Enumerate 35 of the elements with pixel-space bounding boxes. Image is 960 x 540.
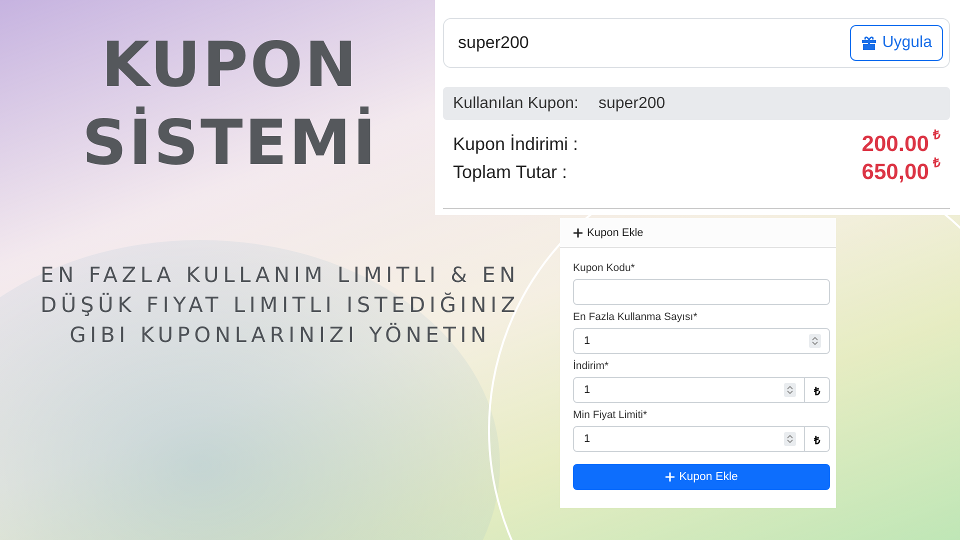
headline-title: KUPON: [101, 27, 359, 103]
plus-icon: [573, 228, 583, 238]
field-label: İndirim*: [573, 360, 610, 372]
plus-icon: [665, 472, 676, 482]
subtitle: EN FAZLA KULLANIM LIMITLI & EN DÜŞÜK FIYAT LIMITLI ISTEDIĞINIZ GIBI KUPONLARINIZI YÖNETIN: [40, 262, 520, 349]
field-value: 1: [584, 433, 590, 445]
spinner-arrows-icon[interactable]: [784, 432, 796, 446]
add-coupon-button[interactable]: Kupon Ekle: [573, 464, 830, 490]
form-header: Kupon Ekle: [587, 226, 644, 238]
text-input-field[interactable]: [573, 279, 830, 305]
spinner-arrows-icon[interactable]: [784, 383, 796, 397]
total-label: Toplam Tutar :: [453, 162, 568, 182]
gift-icon: [861, 35, 878, 51]
apply-button[interactable]: Uygula: [850, 25, 943, 61]
number-input-field[interactable]: 1: [573, 328, 830, 354]
field-label: Min Fiyat Limiti*: [573, 409, 648, 421]
currency-suffix: ₺: [805, 377, 830, 403]
total-label: Kupon İndirimi :: [453, 134, 578, 154]
field-label: En Fazla Kullanma Sayısı*: [573, 311, 698, 323]
total-amount: 650,00: [862, 159, 929, 185]
total-amount: 200.00: [862, 131, 929, 157]
field-value: 1: [584, 384, 590, 396]
currency-sign: ₺: [933, 154, 940, 171]
field-value: 1: [584, 335, 590, 347]
headline-title: SİSTEMİ: [82, 105, 378, 181]
coupon-input-field[interactable]: super200 Uygula: [443, 18, 950, 68]
applied-coupon-label: Kullanılan Kupon:: [453, 94, 578, 112]
currency-sign: ₺: [933, 126, 940, 143]
field-value: super200: [458, 33, 529, 53]
field-label: Kupon Kodu*: [573, 262, 636, 274]
spinner-arrows-icon[interactable]: [809, 334, 821, 348]
applied-coupon-code: super200: [598, 94, 666, 112]
number-input-field[interactable]: 1: [573, 377, 805, 403]
currency-suffix: ₺: [805, 426, 830, 452]
number-input-field[interactable]: 1: [573, 426, 805, 452]
